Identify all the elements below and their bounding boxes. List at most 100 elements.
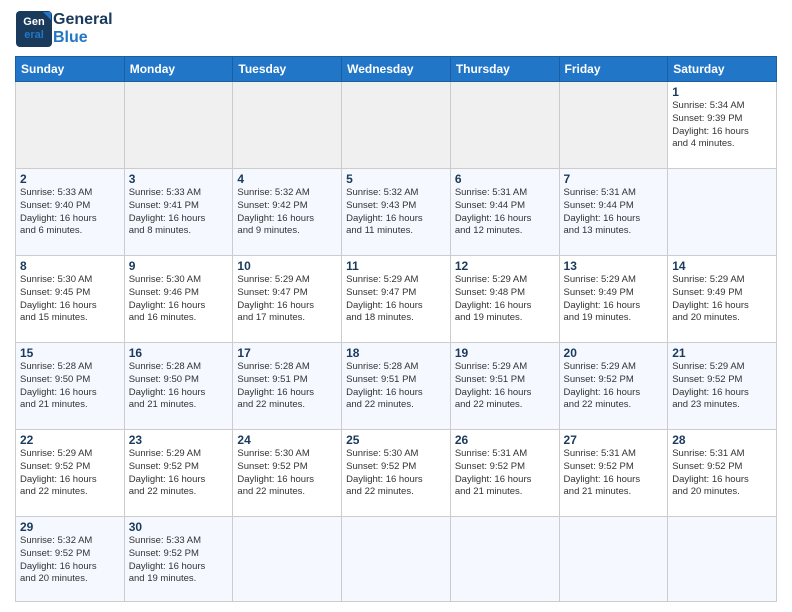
calendar-cell	[559, 517, 668, 602]
calendar-cell: 7Sunrise: 5:31 AM Sunset: 9:44 PM Daylig…	[559, 169, 668, 256]
calendar-cell	[450, 517, 559, 602]
day-number: 21	[672, 346, 772, 360]
day-info: Sunrise: 5:31 AM Sunset: 9:44 PM Dayligh…	[455, 187, 555, 238]
day-number: 4	[237, 172, 337, 186]
day-number: 25	[346, 433, 446, 447]
page: Gen eral General Blue SundayMondayTuesda…	[0, 0, 792, 612]
day-number: 15	[20, 346, 120, 360]
calendar-cell: 8Sunrise: 5:30 AM Sunset: 9:45 PM Daylig…	[16, 256, 125, 343]
day-number: 16	[129, 346, 229, 360]
calendar-cell: 18Sunrise: 5:28 AM Sunset: 9:51 PM Dayli…	[342, 343, 451, 430]
day-info: Sunrise: 5:28 AM Sunset: 9:50 PM Dayligh…	[20, 361, 120, 412]
day-number: 19	[455, 346, 555, 360]
day-info: Sunrise: 5:33 AM Sunset: 9:52 PM Dayligh…	[129, 535, 229, 586]
calendar-cell: 23Sunrise: 5:29 AM Sunset: 9:52 PM Dayli…	[124, 430, 233, 517]
day-info: Sunrise: 5:29 AM Sunset: 9:49 PM Dayligh…	[672, 274, 772, 325]
calendar-cell: 22Sunrise: 5:29 AM Sunset: 9:52 PM Dayli…	[16, 430, 125, 517]
calendar-table: SundayMondayTuesdayWednesdayThursdayFrid…	[15, 56, 777, 602]
calendar-header-saturday: Saturday	[668, 57, 777, 82]
day-number: 20	[564, 346, 664, 360]
calendar-cell: 20Sunrise: 5:29 AM Sunset: 9:52 PM Dayli…	[559, 343, 668, 430]
calendar-cell: 19Sunrise: 5:29 AM Sunset: 9:51 PM Dayli…	[450, 343, 559, 430]
calendar-cell: 15Sunrise: 5:28 AM Sunset: 9:50 PM Dayli…	[16, 343, 125, 430]
day-info: Sunrise: 5:30 AM Sunset: 9:45 PM Dayligh…	[20, 274, 120, 325]
calendar-cell: 12Sunrise: 5:29 AM Sunset: 9:48 PM Dayli…	[450, 256, 559, 343]
day-number: 2	[20, 172, 120, 186]
day-number: 28	[672, 433, 772, 447]
day-number: 9	[129, 259, 229, 273]
day-number: 7	[564, 172, 664, 186]
day-info: Sunrise: 5:28 AM Sunset: 9:51 PM Dayligh…	[346, 361, 446, 412]
day-info: Sunrise: 5:31 AM Sunset: 9:52 PM Dayligh…	[564, 448, 664, 499]
calendar-cell	[342, 517, 451, 602]
calendar-cell	[342, 82, 451, 169]
calendar-header-monday: Monday	[124, 57, 233, 82]
header: Gen eral General Blue	[15, 10, 777, 48]
calendar-cell: 11Sunrise: 5:29 AM Sunset: 9:47 PM Dayli…	[342, 256, 451, 343]
calendar-row-1: 2Sunrise: 5:33 AM Sunset: 9:40 PM Daylig…	[16, 169, 777, 256]
calendar-cell: 30Sunrise: 5:33 AM Sunset: 9:52 PM Dayli…	[124, 517, 233, 602]
calendar-row-5: 29Sunrise: 5:32 AM Sunset: 9:52 PM Dayli…	[16, 517, 777, 602]
calendar-cell	[124, 82, 233, 169]
calendar-cell	[16, 82, 125, 169]
logo-wrapper: Gen eral General Blue	[15, 10, 113, 48]
calendar-row-2: 8Sunrise: 5:30 AM Sunset: 9:45 PM Daylig…	[16, 256, 777, 343]
svg-text:Gen: Gen	[23, 16, 45, 28]
day-number: 12	[455, 259, 555, 273]
calendar-cell: 26Sunrise: 5:31 AM Sunset: 9:52 PM Dayli…	[450, 430, 559, 517]
day-info: Sunrise: 5:29 AM Sunset: 9:51 PM Dayligh…	[455, 361, 555, 412]
logo: Gen eral General Blue	[15, 10, 113, 48]
day-info: Sunrise: 5:34 AM Sunset: 9:39 PM Dayligh…	[672, 100, 772, 151]
day-info: Sunrise: 5:32 AM Sunset: 9:43 PM Dayligh…	[346, 187, 446, 238]
calendar-header-sunday: Sunday	[16, 57, 125, 82]
calendar-cell: 10Sunrise: 5:29 AM Sunset: 9:47 PM Dayli…	[233, 256, 342, 343]
day-number: 17	[237, 346, 337, 360]
day-number: 6	[455, 172, 555, 186]
day-info: Sunrise: 5:29 AM Sunset: 9:52 PM Dayligh…	[564, 361, 664, 412]
calendar-header-friday: Friday	[559, 57, 668, 82]
calendar-cell: 14Sunrise: 5:29 AM Sunset: 9:49 PM Dayli…	[668, 256, 777, 343]
logo-blue-text: Blue	[53, 29, 113, 47]
calendar-header-tuesday: Tuesday	[233, 57, 342, 82]
day-info: Sunrise: 5:32 AM Sunset: 9:42 PM Dayligh…	[237, 187, 337, 238]
calendar-cell: 17Sunrise: 5:28 AM Sunset: 9:51 PM Dayli…	[233, 343, 342, 430]
calendar-cell: 4Sunrise: 5:32 AM Sunset: 9:42 PM Daylig…	[233, 169, 342, 256]
calendar-cell: 21Sunrise: 5:29 AM Sunset: 9:52 PM Dayli…	[668, 343, 777, 430]
calendar-cell: 28Sunrise: 5:31 AM Sunset: 9:52 PM Dayli…	[668, 430, 777, 517]
logo-general-text: General	[53, 11, 113, 29]
day-info: Sunrise: 5:29 AM Sunset: 9:52 PM Dayligh…	[672, 361, 772, 412]
calendar-cell	[559, 82, 668, 169]
calendar-cell	[233, 82, 342, 169]
day-info: Sunrise: 5:30 AM Sunset: 9:46 PM Dayligh…	[129, 274, 229, 325]
calendar-row-3: 15Sunrise: 5:28 AM Sunset: 9:50 PM Dayli…	[16, 343, 777, 430]
calendar-cell: 29Sunrise: 5:32 AM Sunset: 9:52 PM Dayli…	[16, 517, 125, 602]
calendar-cell: 25Sunrise: 5:30 AM Sunset: 9:52 PM Dayli…	[342, 430, 451, 517]
day-info: Sunrise: 5:31 AM Sunset: 9:52 PM Dayligh…	[672, 448, 772, 499]
day-info: Sunrise: 5:28 AM Sunset: 9:51 PM Dayligh…	[237, 361, 337, 412]
calendar-cell: 27Sunrise: 5:31 AM Sunset: 9:52 PM Dayli…	[559, 430, 668, 517]
calendar-cell: 2Sunrise: 5:33 AM Sunset: 9:40 PM Daylig…	[16, 169, 125, 256]
day-number: 30	[129, 520, 229, 534]
day-number: 10	[237, 259, 337, 273]
day-info: Sunrise: 5:28 AM Sunset: 9:50 PM Dayligh…	[129, 361, 229, 412]
day-number: 5	[346, 172, 446, 186]
calendar-cell: 1Sunrise: 5:34 AM Sunset: 9:39 PM Daylig…	[668, 82, 777, 169]
calendar-cell: 16Sunrise: 5:28 AM Sunset: 9:50 PM Dayli…	[124, 343, 233, 430]
day-info: Sunrise: 5:33 AM Sunset: 9:41 PM Dayligh…	[129, 187, 229, 238]
calendar-cell	[668, 169, 777, 256]
day-number: 8	[20, 259, 120, 273]
day-info: Sunrise: 5:30 AM Sunset: 9:52 PM Dayligh…	[346, 448, 446, 499]
day-info: Sunrise: 5:29 AM Sunset: 9:52 PM Dayligh…	[20, 448, 120, 499]
calendar-row-0: 1Sunrise: 5:34 AM Sunset: 9:39 PM Daylig…	[16, 82, 777, 169]
calendar-row-4: 22Sunrise: 5:29 AM Sunset: 9:52 PM Dayli…	[16, 430, 777, 517]
calendar-cell: 3Sunrise: 5:33 AM Sunset: 9:41 PM Daylig…	[124, 169, 233, 256]
day-number: 27	[564, 433, 664, 447]
day-info: Sunrise: 5:29 AM Sunset: 9:49 PM Dayligh…	[564, 274, 664, 325]
calendar-cell: 9Sunrise: 5:30 AM Sunset: 9:46 PM Daylig…	[124, 256, 233, 343]
calendar-cell: 6Sunrise: 5:31 AM Sunset: 9:44 PM Daylig…	[450, 169, 559, 256]
day-info: Sunrise: 5:29 AM Sunset: 9:52 PM Dayligh…	[129, 448, 229, 499]
calendar-cell: 24Sunrise: 5:30 AM Sunset: 9:52 PM Dayli…	[233, 430, 342, 517]
calendar-cell: 13Sunrise: 5:29 AM Sunset: 9:49 PM Dayli…	[559, 256, 668, 343]
day-number: 18	[346, 346, 446, 360]
day-number: 14	[672, 259, 772, 273]
